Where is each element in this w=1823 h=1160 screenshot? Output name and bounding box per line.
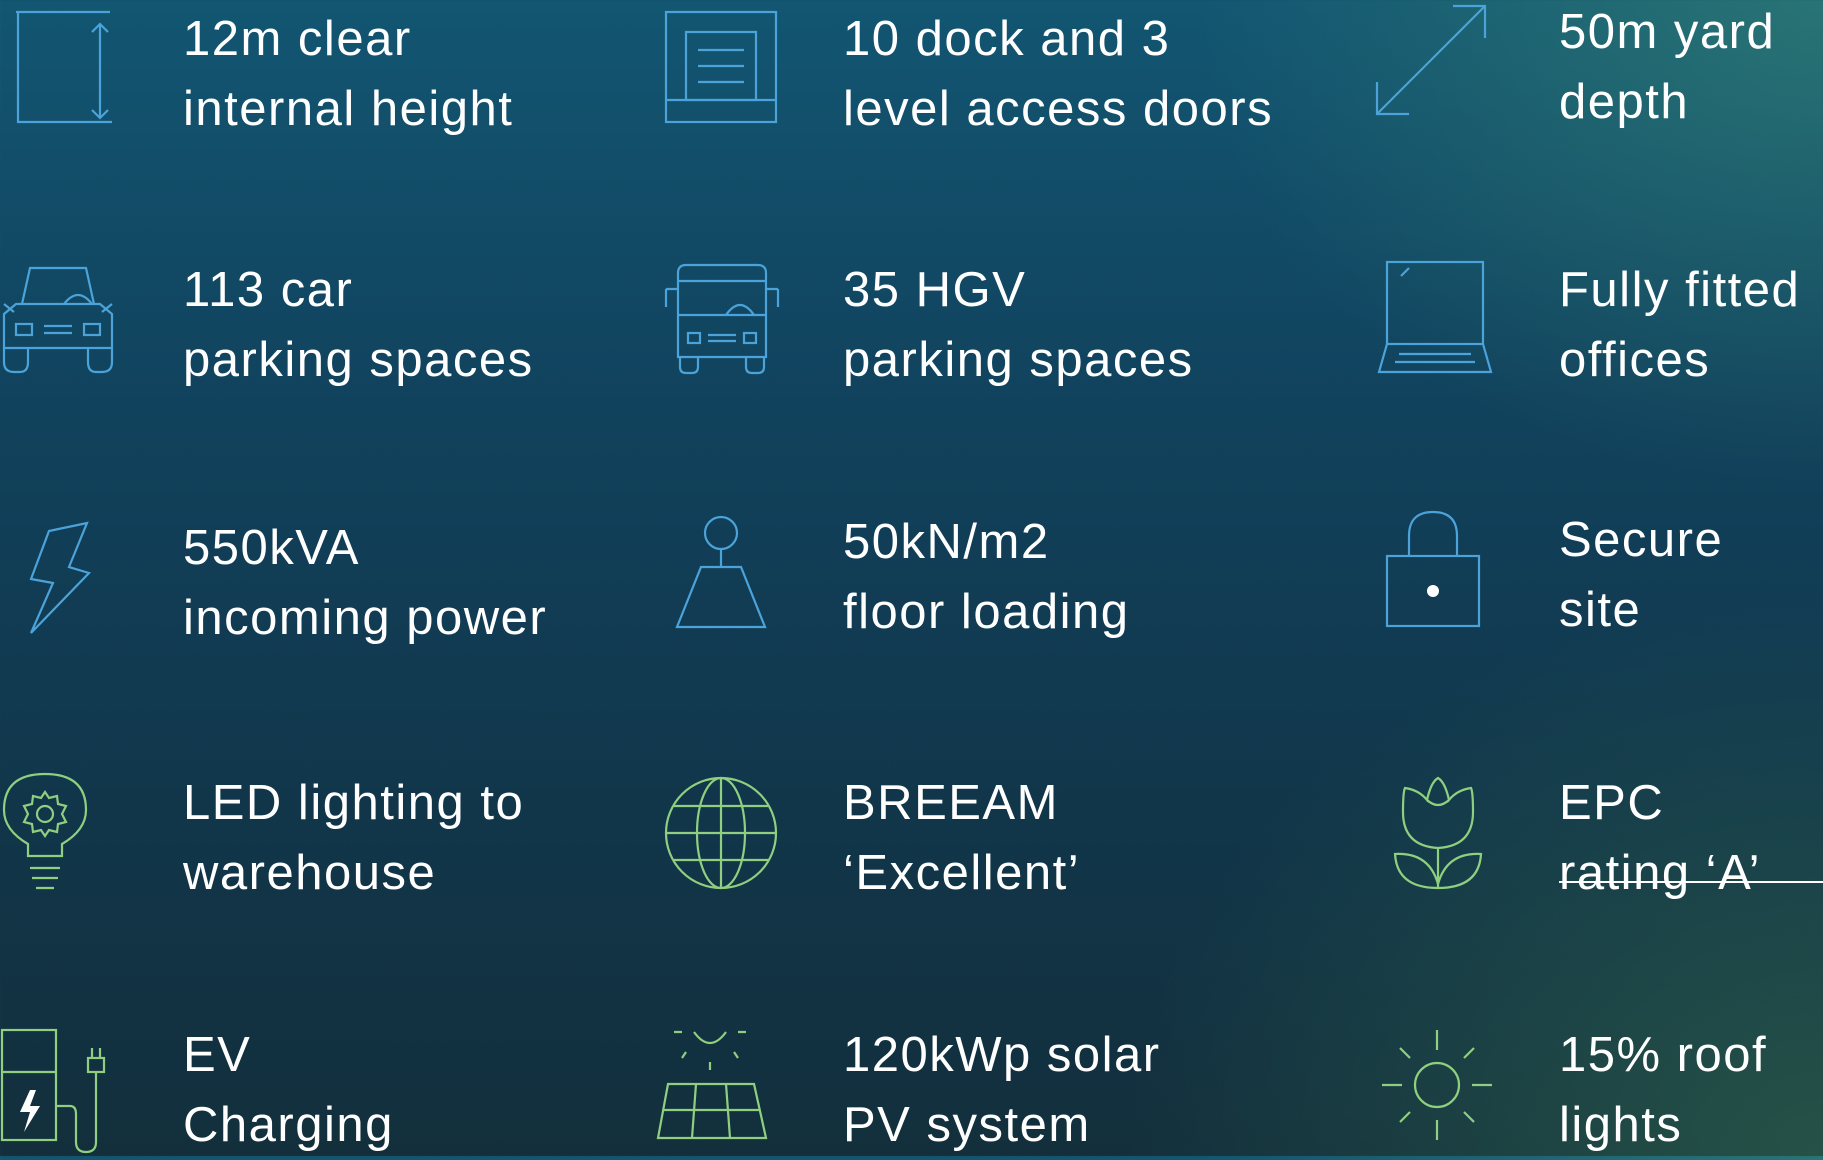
feature-label-floor: 50kN/m2 floor loading [843, 515, 1130, 639]
diagonal-arrow-icon [1373, 2, 1489, 118]
feature-label-hgv-parking: 35 HGV parking spaces [843, 263, 1194, 387]
feature-label-solar: 120kWp solar PV system [843, 1028, 1161, 1152]
floor-weight-icon [675, 515, 767, 629]
ev-charger-icon [0, 1028, 116, 1156]
feature-label-offices: Fully fitted offices [1559, 263, 1801, 387]
feature-label-yard: 50m yard depth [1559, 5, 1776, 129]
lightning-icon [27, 521, 93, 635]
globe-icon [664, 776, 778, 890]
divider-line [1559, 881, 1823, 883]
feature-label-epc: EPC rating ‘A’ [1559, 776, 1762, 900]
truck-icon [664, 263, 780, 375]
feature-label-ev: EV Charging [183, 1028, 394, 1152]
lightbulb-gear-icon [2, 772, 88, 892]
solar-panel-icon [656, 1026, 770, 1140]
feature-label-power: 550kVA incoming power [183, 521, 548, 645]
feature-label-car-parking: 113 car parking spaces [183, 263, 534, 387]
feature-label-doors: 10 dock and 3 level access doors [843, 12, 1274, 136]
sun-icon [1380, 1028, 1494, 1142]
features-sheet: { "colors": { "icon_blue": "#4ba3d9", "i… [0, 0, 1823, 1156]
feature-label-height: 12m clear internal height [183, 12, 514, 136]
car-icon [0, 262, 116, 374]
feature-label-secure: Secure site [1559, 513, 1724, 637]
tulip-icon [1393, 776, 1483, 890]
feature-label-led: LED lighting to warehouse [183, 776, 525, 900]
laptop-icon [1377, 260, 1493, 374]
feature-label-breeam: BREEAM ‘Excellent’ [843, 776, 1081, 900]
padlock-icon [1385, 510, 1481, 628]
height-icon [14, 10, 114, 126]
feature-label-rooflights: 15% roof lights [1559, 1028, 1768, 1152]
dock-door-icon [664, 10, 778, 124]
